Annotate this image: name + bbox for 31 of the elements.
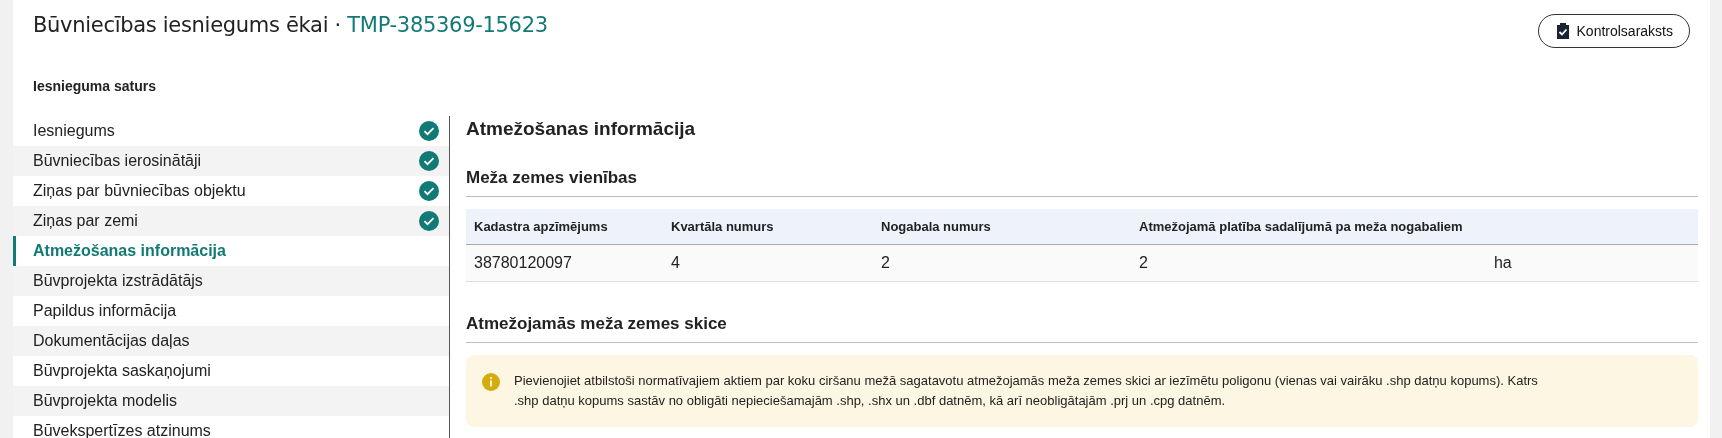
subsection-title: Meža zemes vienības <box>466 168 1698 197</box>
unit-label: ha <box>1493 254 1512 272</box>
check-circle-icon <box>419 151 439 171</box>
sidebar-item[interactable]: Papildus informācija <box>13 296 449 326</box>
sidebar-item[interactable]: Iesniegums <box>13 116 449 146</box>
column-header: Nogabala numurs <box>880 218 992 236</box>
checklist-button[interactable]: Kontrolsaraksts <box>1537 14 1690 48</box>
section-title: Atmežošanas informācija <box>466 117 697 140</box>
table-cell-text: 2 <box>880 253 891 273</box>
column-header: Atmežojamā platība sadalījumā pa meža nogabaliem <box>1138 218 1464 236</box>
sidebar-item[interactable]: Būvprojekta saskaņojumi <box>13 356 449 386</box>
sidebar-item[interactable]: Būvprojekta modelis <box>13 386 449 416</box>
notice-text: Pievienojiet atbilstoši normatīvajiem aktiem par koku ciršanu mežā sagatavotu atmežojamās meža zemes skici ar iezīmētu poligonu (vienas vai vairāku .shp datņu kopums). Katrs .shp datņu kopums sastāv no obligāti nepieciešamajām .shp, .shx un .dbf datnēm, kā arī neobligātajām .prj un .cpg datnēm. <box>514 372 1539 410</box>
info-icon <box>482 373 500 391</box>
check-circle-icon <box>419 121 439 141</box>
table-cell-text: 38780120097 <box>473 253 573 273</box>
column-header: Kadastra apzīmējums <box>473 218 609 236</box>
subsection-title: Atmežojamās meža zemes skice <box>466 314 1698 343</box>
sidebar-item[interactable]: Būvprojekta izstrādātājs <box>13 266 449 296</box>
page-title: Būvniecības iesniegums ēkai · TMP-385369-15623 <box>33 12 548 38</box>
clipboard-check-icon <box>1554 22 1571 40</box>
check-circle-icon <box>419 181 439 201</box>
sidebar-item[interactable]: Būvniecības ierosinātāji <box>13 146 449 176</box>
sidebar-item[interactable]: Dokumentācijas daļas <box>13 326 449 356</box>
table-cell: 2 <box>1139 254 1148 272</box>
table-cell-text: 4 <box>670 253 681 273</box>
check-circle-icon <box>419 211 439 231</box>
sidebar-item[interactable]: Ziņas par būvniecības objektu <box>13 176 449 206</box>
column-header: Kvartāla numurs <box>670 218 775 236</box>
sidebar-title: Iesnieguma saturs <box>32 77 157 94</box>
sidebar-item[interactable]: Ziņas par zemi <box>13 206 449 236</box>
